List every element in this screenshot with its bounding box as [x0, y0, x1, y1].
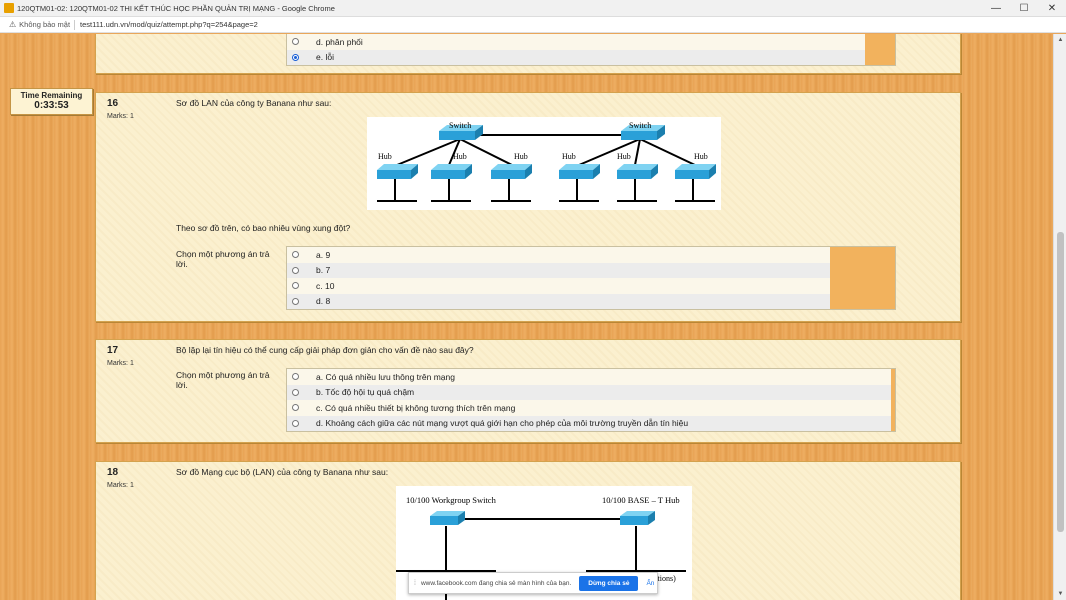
switch-label: Switch	[629, 121, 651, 130]
answer-gutter	[891, 369, 895, 431]
time-remaining-box: Time Remaining 0:33:53	[10, 88, 93, 115]
hub-icon	[559, 164, 600, 202]
window-titlebar: 120QTM01-02: 120QTM01-02 THI KẾT THÚC HỌ…	[0, 0, 1066, 17]
question-text: Sơ đồ LAN của công ty Banana như sau:	[176, 98, 332, 108]
answer-label: e. lỗi	[316, 52, 334, 63]
scrollbar-thumb[interactable]	[1057, 232, 1064, 532]
maximize-button[interactable]: ☐	[1010, 0, 1038, 17]
answer-option[interactable]: b. 7	[287, 262, 895, 278]
answer-gutter	[830, 247, 895, 309]
radio-button-selected[interactable]	[292, 53, 299, 61]
url-text[interactable]: test111.udn.vn/mod/quiz/attempt.php?q=25…	[80, 20, 258, 29]
answer-prompt: Chọn một phương án trả lời.	[176, 249, 270, 269]
scroll-down-icon[interactable]: ▼	[1054, 588, 1066, 600]
hub-icon	[675, 164, 716, 202]
hub-label: Hub	[617, 152, 631, 161]
question-text: Sơ đồ Mạng cục bộ (LAN) của công ty Bana…	[176, 467, 389, 477]
security-label[interactable]: Không bảo mật	[19, 20, 70, 29]
question-card-17: 17 Marks: 1 Bộ lặp lại tín hiệu có thể c…	[95, 339, 961, 443]
minimize-button[interactable]: —	[982, 0, 1010, 17]
answer-prompt: Chọn một phương án trả lời.	[176, 370, 270, 390]
answer-option[interactable]: d. phân phối	[287, 34, 895, 50]
switch-icon	[430, 511, 465, 525]
hub-icon	[491, 164, 532, 202]
hub-icon	[620, 511, 655, 525]
radio-button[interactable]	[292, 266, 299, 274]
question-card-16: 16 Marks: 1 Sơ đồ LAN của công ty Banana…	[95, 92, 961, 322]
site-favicon-icon	[4, 3, 14, 13]
hub-label: Hub	[562, 152, 576, 161]
warning-icon[interactable]: ⚠	[9, 20, 16, 29]
answer-label: d. phân phối	[316, 36, 363, 47]
question-number: 18	[107, 467, 119, 478]
answer-option[interactable]: c. 10	[287, 278, 895, 294]
radio-button[interactable]	[292, 282, 299, 290]
hub-caption: 10/100 BASE – T Hub	[602, 495, 680, 505]
question-marks: Marks: 1	[107, 360, 134, 367]
page-content: d. phân phối e. lỗi Time Remaining 0:33:…	[0, 34, 1053, 600]
screen-share-bar: ⁞ www.facebook.com đang chia sẻ màn hình…	[408, 572, 658, 594]
answer-option[interactable]: b. Tốc độ hội tụ quá chậm	[287, 384, 895, 400]
scroll-up-icon[interactable]: ▲	[1054, 34, 1066, 46]
answer-option[interactable]: e. lỗi	[287, 49, 895, 65]
timer-label: Time Remaining	[20, 91, 83, 100]
answer-label: b. Tốc độ hội tụ quá chậm	[316, 387, 415, 398]
answer-list: a. 9 b. 7 c. 10 d. 8	[286, 246, 896, 310]
hub-label: Hub	[514, 152, 528, 161]
question-marks: Marks: 1	[107, 113, 134, 120]
hub-icon	[377, 164, 418, 202]
address-divider	[74, 19, 76, 30]
answer-option[interactable]: d. Khoảng cách giữa các nút mạng vượt qu…	[287, 415, 895, 431]
window-controls: — ☐ ✕	[982, 0, 1066, 17]
radio-button[interactable]	[292, 404, 299, 412]
answer-option[interactable]: a. 9	[287, 247, 895, 263]
vertical-scrollbar[interactable]: ▲ ▼	[1053, 34, 1066, 600]
question-card-15: d. phân phối e. lỗi	[95, 34, 961, 74]
hub-label: Hub	[378, 152, 392, 161]
switch-label: Switch	[449, 121, 471, 130]
hub-icon	[431, 164, 472, 202]
answer-label: c. Có quá nhiều thiết bị không tương thí…	[316, 402, 516, 413]
share-message: www.facebook.com đang chia sẻ màn hình c…	[420, 579, 572, 587]
address-bar[interactable]: ⚠ Không bảo mật test111.udn.vn/mod/quiz/…	[0, 17, 1066, 33]
question-number: 17	[107, 345, 119, 356]
answer-list: a. Có quá nhiều lưu thông trên mạng b. T…	[286, 368, 896, 432]
question-marks: Marks: 1	[107, 482, 134, 489]
hub-icon	[617, 164, 658, 202]
stop-sharing-button[interactable]: Dừng chia sẻ	[579, 575, 639, 591]
question-followup: Theo sơ đồ trên, có bao nhiêu vùng xung …	[176, 223, 351, 233]
timer-value: 0:33:53	[34, 100, 69, 111]
radio-button[interactable]	[292, 388, 299, 396]
close-button[interactable]: ✕	[1038, 0, 1066, 17]
radio-button[interactable]	[292, 38, 299, 46]
radio-button[interactable]	[292, 251, 299, 259]
lan-diagram-16: Switch Switch Hub Hub Hub Hub Hub Hub	[367, 117, 721, 210]
hide-link[interactable]: Ẩn	[646, 580, 654, 587]
answer-label: c. 10	[316, 280, 335, 291]
answer-label: a. 9	[316, 249, 331, 260]
answer-label: a. Có quá nhiều lưu thông trên mạng	[316, 371, 455, 382]
answer-label: b. 7	[316, 265, 331, 276]
answer-list: d. phân phối e. lỗi	[286, 34, 896, 66]
answer-gutter	[865, 34, 895, 65]
drag-handle-icon[interactable]: ⁞	[414, 580, 416, 587]
hub-label: Hub	[453, 152, 467, 161]
answer-option[interactable]: c. Có quá nhiều thiết bị không tương thí…	[287, 400, 895, 416]
answer-label: d. 8	[316, 296, 331, 307]
answer-option[interactable]: d. 8	[287, 293, 895, 309]
hub-label: Hub	[694, 152, 708, 161]
question-number: 16	[107, 98, 119, 109]
radio-button[interactable]	[292, 373, 299, 381]
window-title: 120QTM01-02: 120QTM01-02 THI KẾT THÚC HỌ…	[17, 3, 335, 13]
question-text: Bộ lặp lại tín hiệu có thể cung cấp giải…	[176, 345, 474, 355]
switch-caption: 10/100 Workgroup Switch	[406, 495, 497, 505]
answer-option[interactable]: a. Có quá nhiều lưu thông trên mạng	[287, 369, 895, 385]
radio-button[interactable]	[292, 419, 299, 427]
radio-button[interactable]	[292, 297, 299, 305]
answer-label: d. Khoảng cách giữa các nút mạng vượt qu…	[316, 418, 689, 429]
